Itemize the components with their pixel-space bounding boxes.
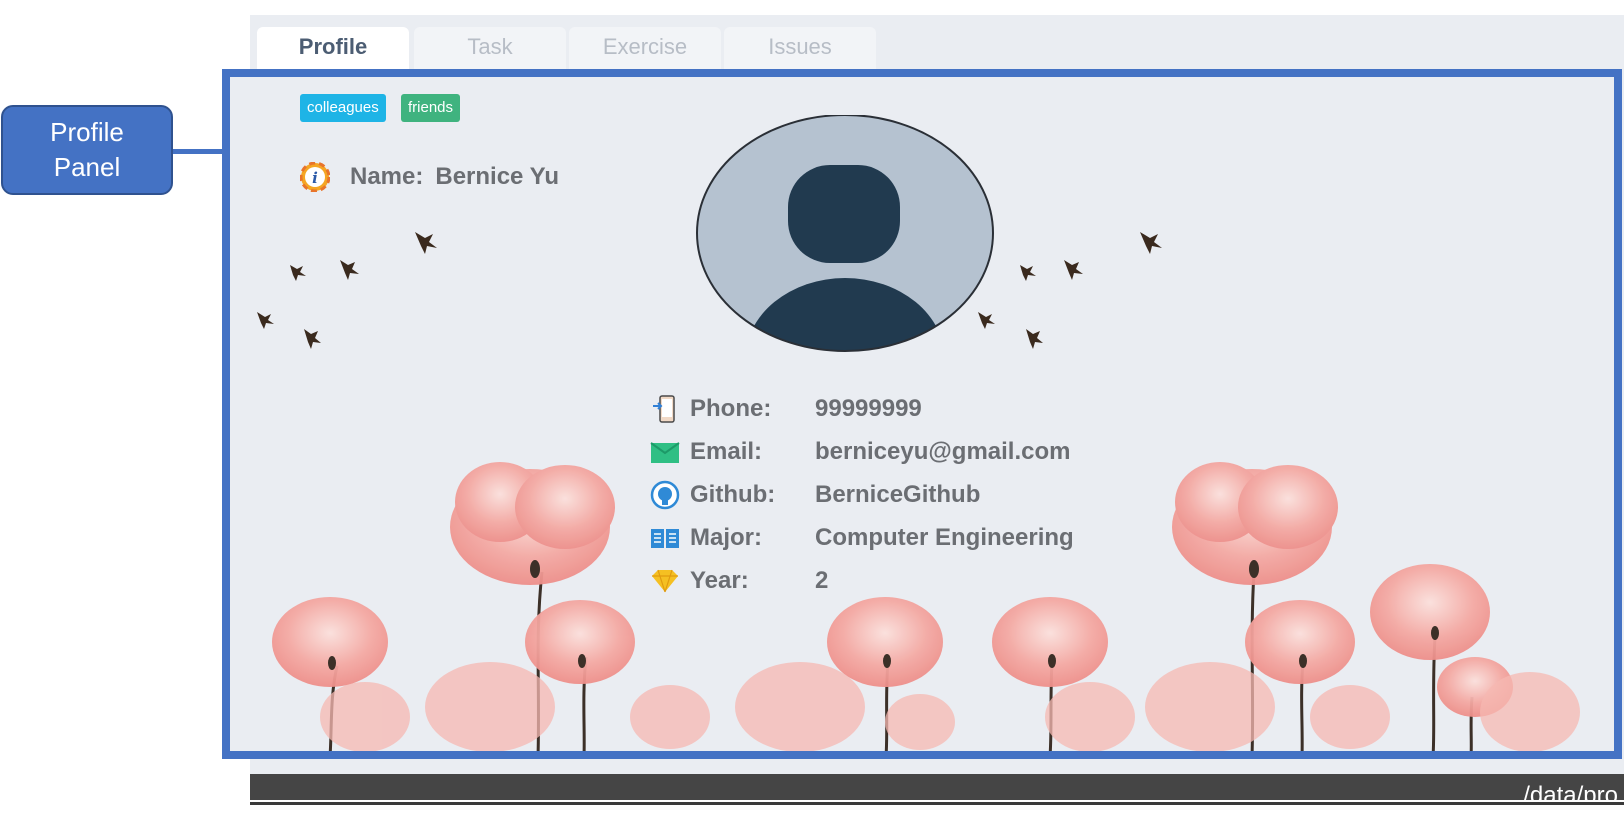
callout-connector [173, 149, 223, 154]
tab-profile[interactable]: Profile [257, 27, 409, 71]
email-label: Email: [690, 438, 763, 465]
info-icon: i [300, 162, 330, 192]
major-row: Major: Computer Engineering [650, 522, 1110, 554]
name-row: i Name: Bernice Yu [300, 161, 559, 193]
avatar [696, 115, 994, 352]
book-icon [650, 523, 680, 553]
callout-line-2: Panel [53, 152, 121, 182]
tag-friends: friends [401, 94, 461, 122]
profile-panel: colleagues friends i Name: Bernice Yu Ph… [230, 77, 1616, 751]
major-value: Computer Engineering [815, 524, 1074, 551]
email-value: berniceyu@gmail.com [815, 438, 1071, 465]
profile-panel-callout: Profile Panel [1, 105, 173, 195]
phone-label: Phone: [690, 395, 772, 422]
github-value: BerniceGithub [815, 481, 981, 508]
email-row: Email: berniceyu@gmail.com [650, 436, 1110, 468]
svg-text:i: i [312, 169, 318, 187]
github-icon [650, 480, 680, 510]
tag-colleagues: colleagues [300, 94, 386, 122]
tab-bar: Profile Task Exercise Issues [250, 15, 1624, 71]
phone-icon [650, 394, 680, 424]
year-value: 2 [815, 567, 829, 594]
diamond-icon [650, 566, 680, 596]
name-value: Bernice Yu [435, 163, 559, 190]
major-label: Major: [690, 524, 762, 551]
tab-exercise[interactable]: Exercise [569, 27, 721, 71]
year-label: Year: [690, 567, 749, 594]
github-label: Github: [690, 481, 776, 508]
name-label: Name: [350, 163, 424, 190]
phone-row: Phone: 99999999 [650, 393, 1110, 425]
tab-issues[interactable]: Issues [724, 27, 876, 71]
bottom-strip [250, 800, 1624, 815]
github-row: Github: BerniceGithub [650, 479, 1110, 511]
email-icon [650, 437, 680, 467]
callout-line-1: Profile [50, 117, 124, 147]
bottom-divider [250, 802, 1624, 805]
year-row: Year: 2 [650, 565, 1110, 597]
tab-task[interactable]: Task [414, 27, 566, 71]
phone-value: 99999999 [815, 395, 922, 422]
